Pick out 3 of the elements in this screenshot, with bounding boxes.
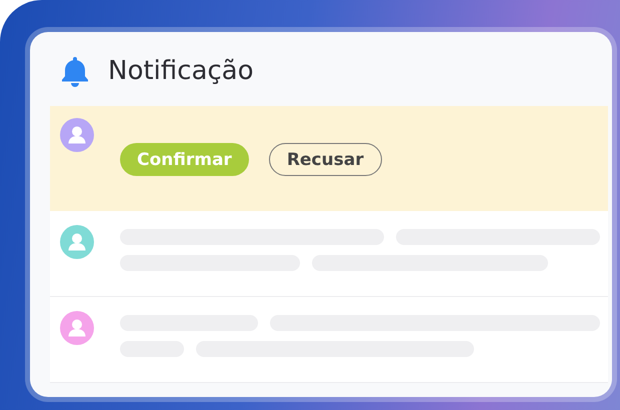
decline-button[interactable]: Recusar	[268, 143, 382, 176]
bell-icon	[60, 54, 90, 86]
notification-title: Notificação	[108, 56, 254, 86]
